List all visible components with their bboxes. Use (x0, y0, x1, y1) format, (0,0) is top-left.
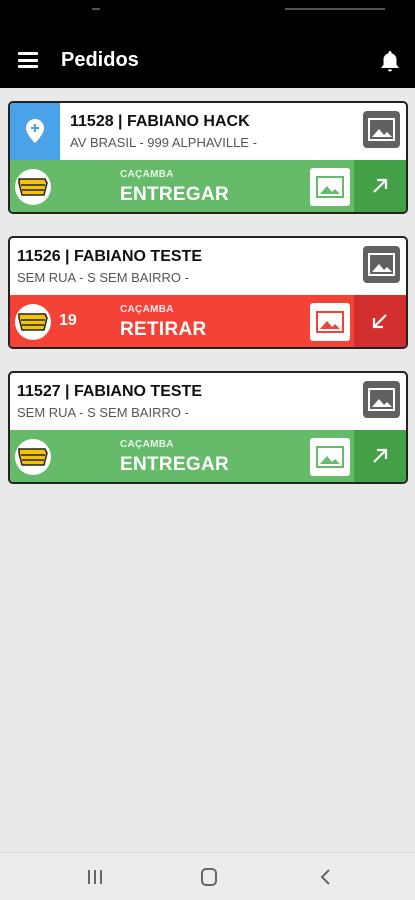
order-address: SEM RUA - S SEM BAIRRO - (17, 405, 189, 420)
order-card-header[interactable]: 11528 | FABIANO HACK AV BRASIL - 999 ALP… (10, 103, 406, 160)
app-bar: Pedidos (0, 30, 415, 88)
bell-icon[interactable] (379, 49, 401, 73)
order-title: 11528 | FABIANO HACK (70, 113, 250, 130)
order-category: CAÇAMBA (120, 304, 174, 315)
image-icon[interactable] (310, 303, 350, 341)
order-title: 11527 | FABIANO TESTE (17, 383, 202, 400)
order-card[interactable]: 11528 | FABIANO HACK AV BRASIL - 999 ALP… (8, 101, 408, 214)
image-icon[interactable] (363, 246, 400, 283)
image-icon[interactable] (363, 381, 400, 418)
back-icon[interactable] (314, 867, 338, 887)
order-card-header[interactable]: 11527 | FABIANO TESTE SEM RUA - S SEM BA… (10, 373, 406, 430)
home-icon[interactable] (197, 867, 221, 887)
arrow-down-left-icon[interactable] (354, 295, 406, 347)
order-address: AV BRASIL - 999 ALPHAVILLE - (70, 135, 257, 150)
add-location-icon[interactable] (10, 103, 60, 160)
status-indicator (92, 8, 100, 10)
status-bar (0, 0, 415, 30)
order-card[interactable]: 11526 | FABIANO TESTE SEM RUA - S SEM BA… (8, 236, 408, 349)
order-action-label: ENTREGAR (120, 184, 230, 205)
arrow-up-right-icon[interactable] (354, 160, 406, 212)
order-action-bar[interactable]: 19 CAÇAMBA RETIRAR (10, 295, 406, 347)
dumpster-truck-icon (15, 304, 51, 340)
menu-icon[interactable] (18, 52, 38, 68)
order-action-bar[interactable]: CAÇAMBA ENTREGAR (10, 160, 406, 212)
recent-apps-icon[interactable] (83, 867, 107, 887)
image-icon[interactable] (363, 111, 400, 148)
system-navigation-bar (0, 852, 415, 900)
order-action-label: RETIRAR (120, 319, 207, 340)
page-title: Pedidos (61, 49, 139, 71)
order-category: CAÇAMBA (120, 439, 174, 450)
image-icon[interactable] (310, 438, 350, 476)
dumpster-truck-icon (15, 169, 51, 205)
arrow-up-right-icon[interactable] (354, 430, 406, 482)
dumpster-truck-icon (15, 439, 51, 475)
order-card[interactable]: 11527 | FABIANO TESTE SEM RUA - S SEM BA… (8, 371, 408, 484)
order-category: CAÇAMBA (120, 169, 174, 180)
order-card-header[interactable]: 11526 | FABIANO TESTE SEM RUA - S SEM BA… (10, 238, 406, 295)
order-count: 19 (59, 312, 77, 329)
status-icons (285, 8, 385, 10)
order-title: 11526 | FABIANO TESTE (17, 248, 202, 265)
order-address: SEM RUA - S SEM BAIRRO - (17, 270, 189, 285)
order-action-bar[interactable]: CAÇAMBA ENTREGAR (10, 430, 406, 482)
order-action-label: ENTREGAR (120, 454, 230, 475)
image-icon[interactable] (310, 168, 350, 206)
